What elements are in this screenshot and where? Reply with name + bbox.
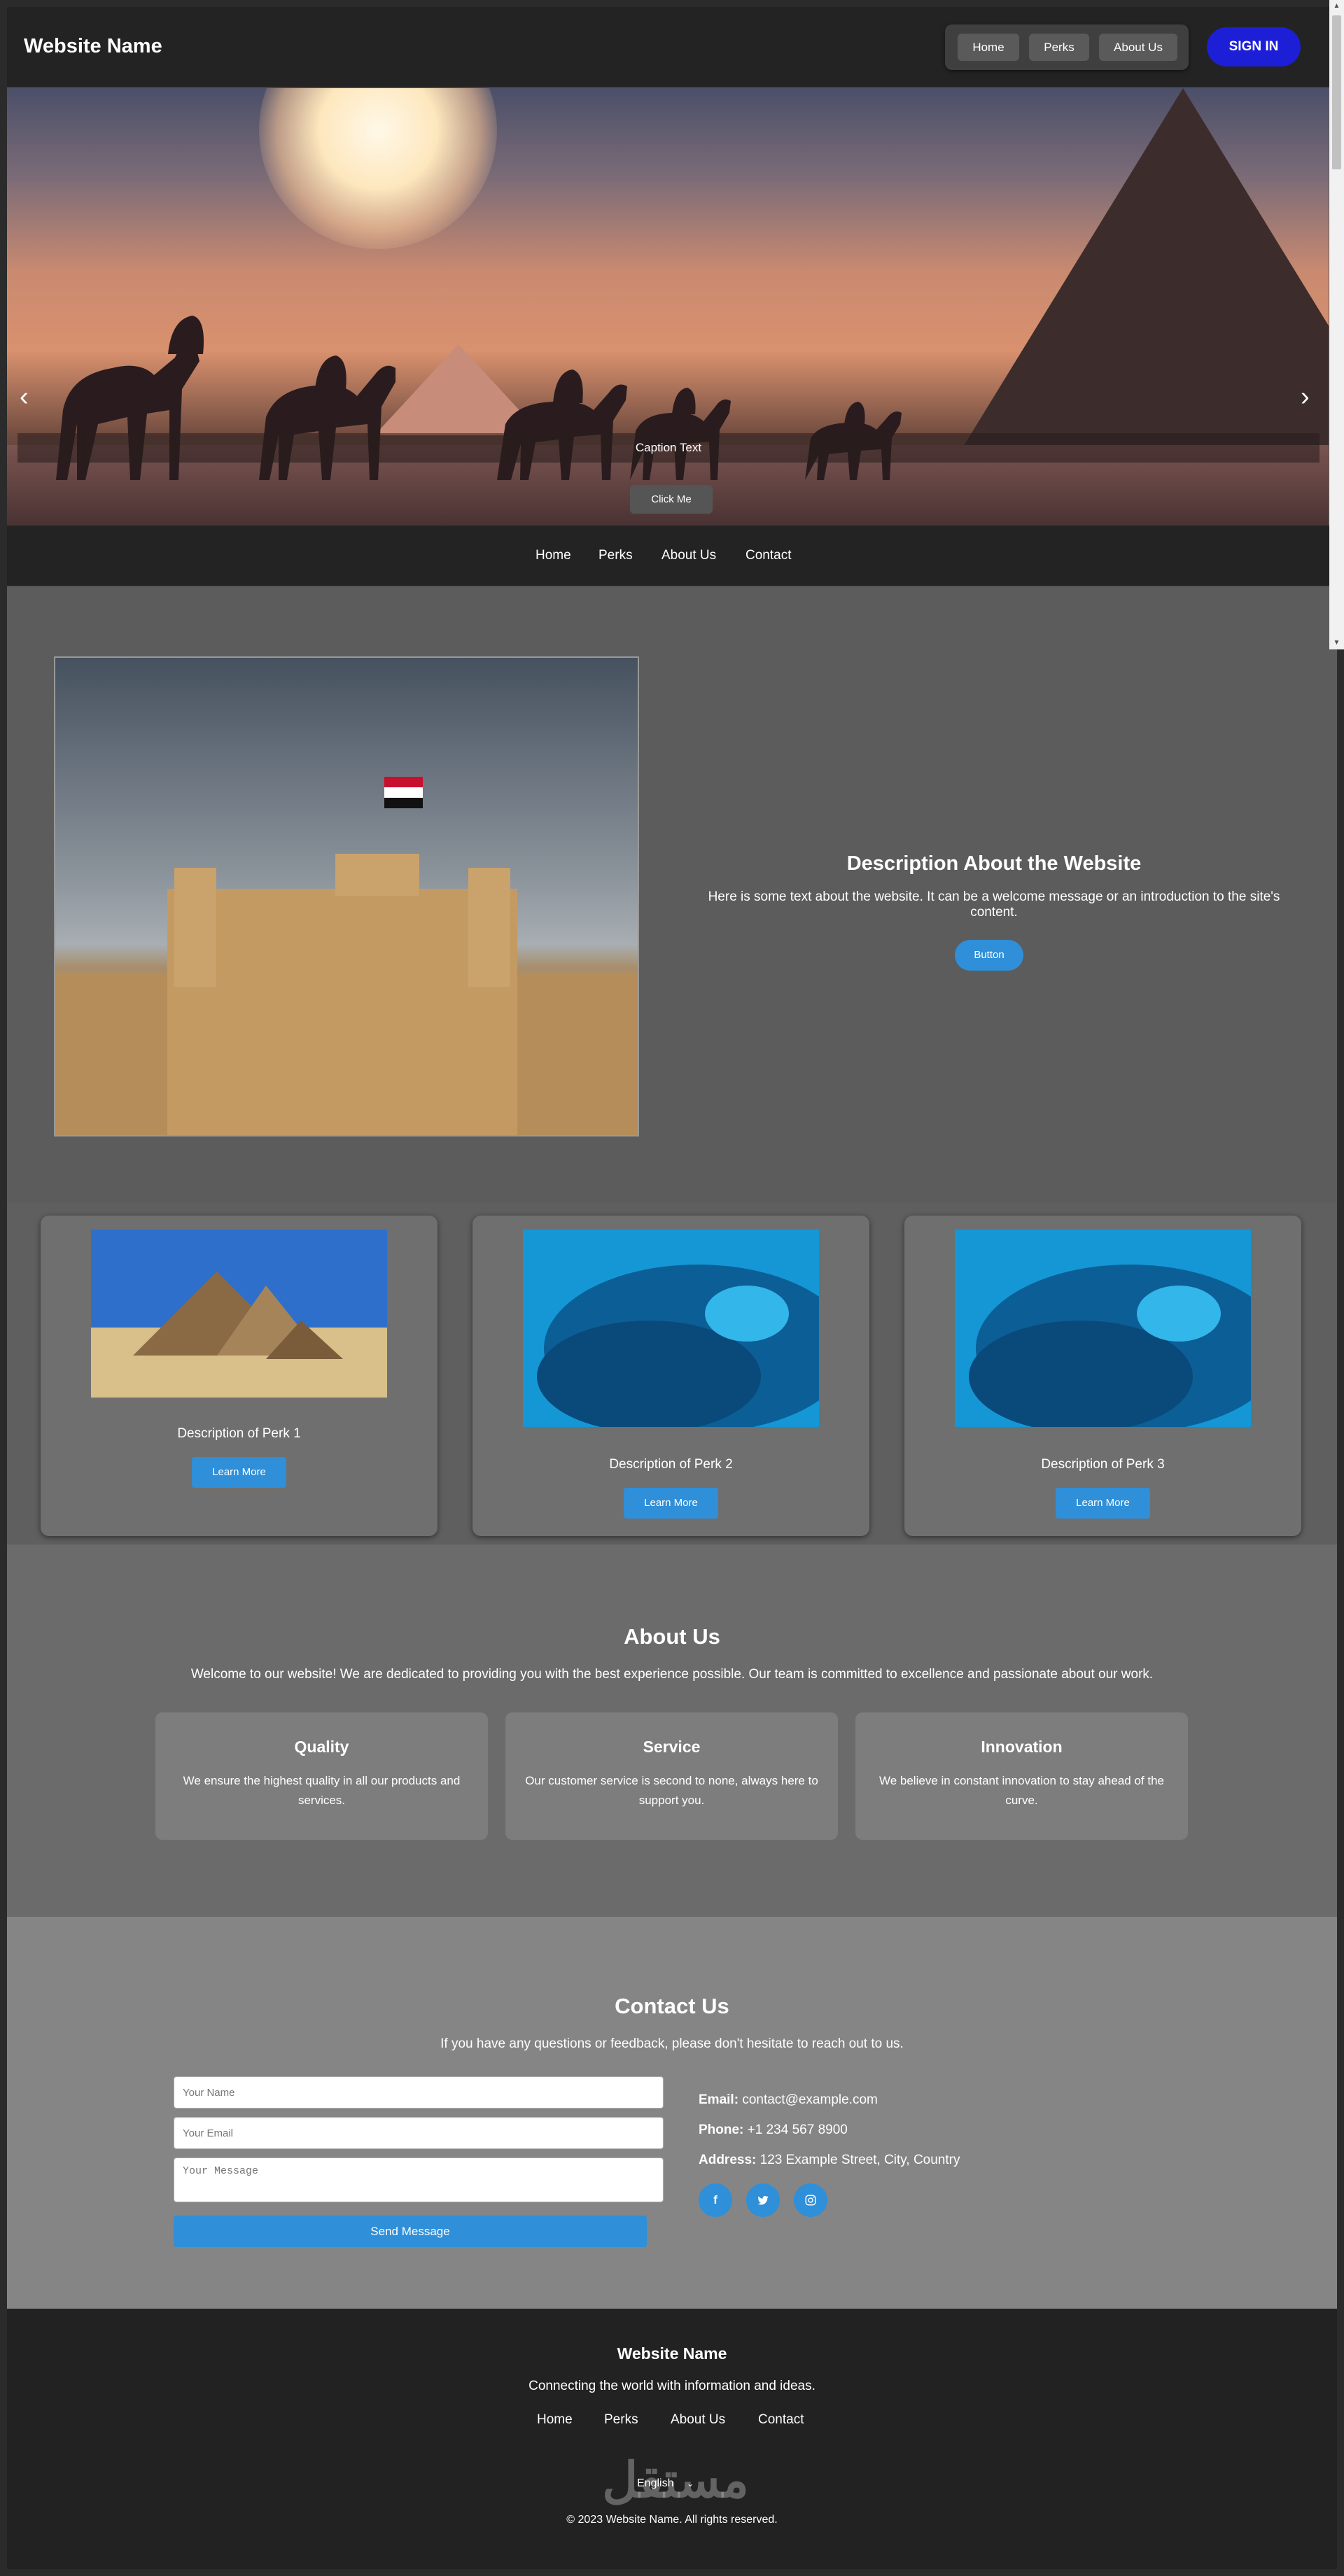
description-button[interactable]: Button <box>955 940 1023 971</box>
site-footer: Website Name Connecting the world with i… <box>7 2309 1337 2569</box>
language-select[interactable]: English ⌄ <box>637 2472 714 2496</box>
top-nav-about[interactable]: About Us <box>1099 34 1177 61</box>
citadel-tower-center <box>335 854 419 896</box>
perk-3-learn-more-button[interactable]: Learn More <box>1056 1488 1150 1519</box>
footer-link-contact[interactable]: Contact <box>758 2412 804 2428</box>
site-logo-text[interactable]: Website Name <box>24 35 162 58</box>
message-textarea[interactable] <box>174 2158 664 2202</box>
top-nav-home[interactable]: Home <box>958 34 1019 61</box>
send-message-button[interactable]: Send Message <box>174 2216 647 2247</box>
scrollbar-thumb[interactable] <box>1332 15 1341 169</box>
name-input[interactable] <box>174 2076 664 2109</box>
hero-carousel: ‹ › Caption Text Click Me <box>7 88 1329 526</box>
contact-subtitle: If you have any questions or feedback, p… <box>440 2036 904 2051</box>
footer-site-name: Website Name <box>617 2344 727 2363</box>
contact-phone-value: +1 234 567 8900 <box>747 2123 848 2137</box>
perk-2-description: Description of Perk 2 <box>609 1457 733 1472</box>
perk-1-learn-more-button[interactable]: Learn More <box>192 1457 286 1488</box>
perk-2-learn-more-button[interactable]: Learn More <box>624 1488 718 1519</box>
twitter-icon[interactable] <box>746 2183 780 2217</box>
citadel-image <box>54 656 639 1136</box>
perks-section: Description of Perk 1 Learn More Descrip… <box>7 1203 1337 1544</box>
perk-card-1: Description of Perk 1 Learn More <box>41 1216 438 1536</box>
top-nav: Home Perks About Us <box>945 24 1189 70</box>
egypt-flag <box>384 777 423 808</box>
perk-3-description: Description of Perk 3 <box>1041 1457 1165 1472</box>
about-section: About Us Welcome to our website! We are … <box>7 1544 1337 1917</box>
secondary-nav-contact[interactable]: Contact <box>746 548 791 563</box>
footer-tagline: Connecting the world with information an… <box>528 2379 816 2393</box>
about-text: Welcome to our website! We are dedicated… <box>190 1667 1154 1682</box>
contact-section: Contact Us If you have any questions or … <box>7 1917 1337 2309</box>
about-title: About Us <box>624 1624 720 1649</box>
page-scrollbar[interactable]: ▲ ▼ <box>1329 0 1344 649</box>
secondary-nav-about[interactable]: About Us <box>662 548 716 563</box>
contact-email-value[interactable]: contact@example.com <box>742 2092 878 2107</box>
perk-2-reef-image <box>523 1230 819 1427</box>
footer-link-about[interactable]: About Us <box>671 2412 725 2428</box>
sign-in-button[interactable]: SIGN IN <box>1207 27 1301 66</box>
language-select-value: English <box>637 2477 674 2489</box>
carousel-caption: Caption Text <box>18 433 1320 463</box>
perk-card-3: Description of Perk 3 Learn More <box>904 1216 1301 1536</box>
footer-link-perks[interactable]: Perks <box>604 2412 638 2428</box>
secondary-nav-home[interactable]: Home <box>536 548 571 563</box>
carousel-next-arrow[interactable]: › <box>1301 382 1310 412</box>
about-card-title: Innovation <box>981 1738 1063 1756</box>
contact-address: Address: 123 Example Street, City, Count… <box>699 2153 960 2168</box>
scroll-down-icon[interactable]: ▼ <box>1329 637 1344 649</box>
facebook-icon[interactable]: f <box>699 2183 732 2217</box>
description-text: Here is some text about the website. It … <box>708 889 1280 920</box>
perk-3-reef-image <box>955 1230 1251 1427</box>
scroll-up-icon[interactable]: ▲ <box>1329 0 1344 13</box>
perk-1-pyramids-image <box>91 1230 387 1398</box>
footer-link-home[interactable]: Home <box>537 2412 573 2428</box>
carousel-click-me-button[interactable]: Click Me <box>630 485 713 514</box>
footer-copyright: © 2023 Website Name. All rights reserved… <box>566 2514 778 2526</box>
contact-email-label: Email: <box>699 2092 739 2107</box>
secondary-nav: Home Perks About Us Contact <box>7 526 1337 587</box>
email-input[interactable] <box>174 2117 664 2149</box>
description-title: Description About the Website <box>846 852 1142 875</box>
chevron-down-icon: ⌄ <box>686 2479 694 2489</box>
contact-address-value: 123 Example Street, City, Country <box>760 2153 960 2167</box>
contact-email: Email: contact@example.com <box>699 2092 878 2108</box>
perk-card-2: Description of Perk 2 Learn More <box>472 1216 869 1536</box>
citadel-keep <box>167 889 517 1135</box>
contact-phone-label: Phone: <box>699 2123 744 2137</box>
citadel-tower-right <box>468 868 510 987</box>
contact-title: Contact Us <box>615 1994 729 2018</box>
citadel-tower-left <box>174 868 216 987</box>
contact-address-label: Address: <box>699 2153 757 2167</box>
secondary-nav-perks[interactable]: Perks <box>598 548 633 563</box>
description-section: Description About the Website Here is so… <box>7 589 1337 1203</box>
about-card-text: We ensure the highest quality in all our… <box>183 1774 461 1807</box>
perk-1-description: Description of Perk 1 <box>177 1426 301 1441</box>
about-card-innovation: Innovation We believe in constant innova… <box>855 1712 1188 1840</box>
hero-camels-silhouette <box>56 316 902 480</box>
page: Website Name Home Perks About Us SIGN IN <box>7 7 1337 2569</box>
about-card-text: Our customer service is second to none, … <box>525 1774 818 1807</box>
about-card-quality: Quality We ensure the highest quality in… <box>155 1712 488 1840</box>
about-card-service: Service Our customer service is second t… <box>505 1712 838 1840</box>
contact-phone: Phone: +1 234 567 8900 <box>699 2123 848 2138</box>
about-card-title: Quality <box>294 1738 349 1756</box>
about-card-title: Service <box>643 1738 701 1756</box>
carousel-prev-arrow[interactable]: ‹ <box>20 382 29 412</box>
hero-sun <box>259 88 497 249</box>
about-card-text: We believe in constant innovation to sta… <box>878 1774 1164 1807</box>
instagram-icon[interactable] <box>794 2183 827 2217</box>
top-nav-perks[interactable]: Perks <box>1029 34 1089 61</box>
site-header: Website Name Home Perks About Us SIGN IN <box>7 7 1337 88</box>
